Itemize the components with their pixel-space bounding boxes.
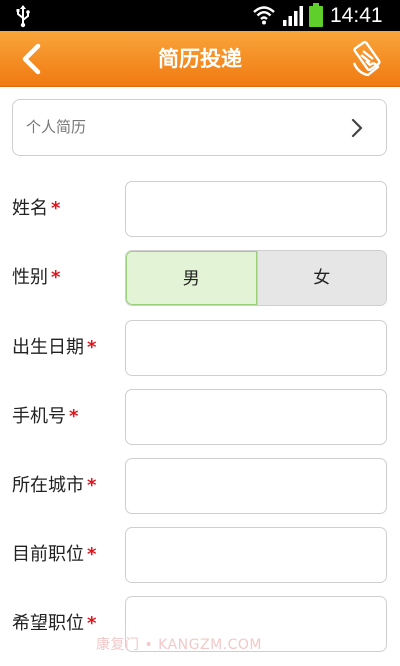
gender-toggle: 男 女 <box>125 250 387 306</box>
name-input[interactable] <box>125 181 387 237</box>
battery-icon <box>309 3 323 27</box>
usb-icon <box>16 5 30 28</box>
gender-option-male[interactable]: 男 <box>126 251 257 305</box>
form-row-current-position: 目前职位 * <box>0 527 400 583</box>
current-position-input[interactable] <box>125 527 387 583</box>
resume-selector-label: 个人简历 <box>26 118 87 136</box>
required-mark: * <box>87 337 97 358</box>
chevron-left-icon[interactable] <box>14 41 50 77</box>
form-row-birthdate: 出生日期 * <box>0 320 400 376</box>
phone-input[interactable] <box>125 389 387 445</box>
required-mark: * <box>51 198 61 219</box>
field-label-city: 所在城市 * <box>12 475 97 496</box>
birthdate-input[interactable] <box>125 320 387 376</box>
field-label-name: 姓名 * <box>12 198 61 219</box>
field-label-birthdate: 出生日期 * <box>12 337 97 358</box>
required-mark: * <box>51 267 61 288</box>
form-row-gender: 性别 * 男 女 <box>0 250 400 306</box>
signal-icon <box>283 6 303 26</box>
status-time: 14:41 <box>330 4 383 27</box>
field-label-gender: 性别 * <box>12 267 61 288</box>
required-mark: * <box>69 406 79 427</box>
field-label-phone: 手机号 * <box>12 406 79 427</box>
city-input[interactable] <box>125 458 387 514</box>
form-row-name: 姓名 * <box>0 181 400 237</box>
title-bar: 简历投递 <box>0 31 400 87</box>
field-label-desired-position: 希望职位 * <box>12 613 97 634</box>
chevron-right-icon <box>351 118 363 138</box>
required-mark: * <box>87 475 97 496</box>
resume-selector[interactable]: 个人简历 <box>12 99 387 156</box>
required-mark: * <box>87 544 97 565</box>
form-row-city: 所在城市 * <box>0 458 400 514</box>
watermark: 康复门 • KANGZM.COM <box>96 637 262 653</box>
gender-option-female[interactable]: 女 <box>256 251 386 305</box>
form-row-phone: 手机号 * <box>0 389 400 445</box>
send-resume-icon[interactable] <box>348 39 388 79</box>
status-bar: 14:41 <box>0 0 400 31</box>
field-label-current-position: 目前职位 * <box>12 544 97 565</box>
page-title: 简历投递 <box>158 47 242 71</box>
wifi-icon <box>253 6 275 25</box>
required-mark: * <box>87 613 97 634</box>
